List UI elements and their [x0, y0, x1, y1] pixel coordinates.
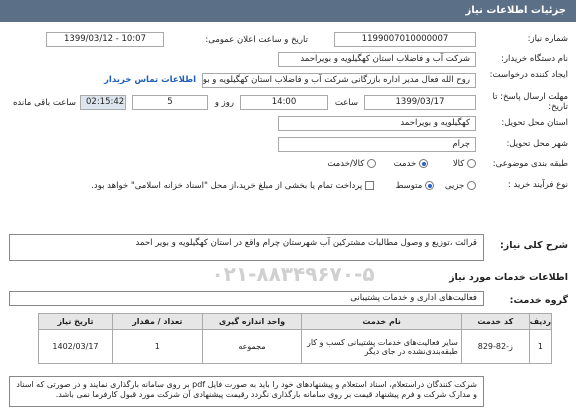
remaining-time-label: ساعت باقی مانده — [12, 98, 76, 108]
category-option-goods[interactable]: کالا — [453, 159, 476, 169]
process-option-medium[interactable]: متوسط — [396, 181, 434, 191]
column-header: تاریخ نیاز — [38, 313, 113, 330]
table-header-row: ردیف کد خدمت نام خدمت واحد اندازه گیری ت… — [38, 313, 553, 330]
service-group-label: گروه خدمت: — [509, 295, 568, 306]
brief-label: شرح کلی نیاز: — [499, 240, 568, 251]
radio-icon — [425, 181, 434, 190]
page-header: جزئیات اطلاعات نیاز — [0, 0, 576, 22]
device-name-field: شرکت آب و فاضلاب استان کهگیلویه و بویراح… — [278, 52, 476, 67]
delivery-city-label: شهر محل تحویل: — [506, 139, 568, 149]
services-info-heading: اطلاعات خدمات مورد نیاز — [449, 272, 568, 283]
column-header: نام خدمت — [301, 313, 462, 330]
watermark-phone: ۰۲۱-۸۸۳۴۹۶۷۰-۵ — [211, 262, 375, 286]
device-name-label: نام دستگاه خریدار: — [501, 54, 568, 64]
category-option-goods-service[interactable]: کالا/خدمت — [327, 159, 376, 169]
delivery-province-label: استان محل تحویل: — [501, 118, 568, 128]
delivery-city-field: چرام — [278, 137, 476, 152]
quantity: 1 — [111, 329, 203, 364]
column-header: ردیف — [528, 313, 553, 330]
remaining-time-field: 02:15:42 — [80, 95, 126, 110]
radio-icon — [467, 181, 476, 190]
process-type-label: نوع فرآیند خرید : — [507, 180, 568, 190]
row-index: 1 — [528, 329, 553, 364]
category-option-label: خدمت — [393, 159, 417, 169]
radio-icon — [367, 159, 376, 168]
category-option-label: کالا — [452, 159, 465, 169]
deadline-date-field: 1399/03/17 — [364, 95, 476, 110]
service-group-field: فعالیت‌های اداری و خدمات پشتیبانی — [9, 291, 484, 306]
process-option-minor[interactable]: جزیی — [445, 181, 476, 191]
need-number-label: شماره نیاز: — [527, 34, 568, 44]
deadline-label: مهلت ارسال پاسخ: تا تاریخ: — [492, 92, 568, 112]
column-header: کد خدمت — [460, 313, 530, 330]
creator-field: روح الله فعال مدیر اداره بازرگانی شرکت آ… — [202, 73, 476, 88]
creator-label: ایجاد کننده درخواست: — [489, 70, 568, 80]
deadline-time-field: 14:00 — [240, 95, 328, 110]
days-field: 5 — [132, 95, 208, 110]
process-option-label: جزیی — [444, 181, 465, 191]
category-option-label: کالا/خدمت — [327, 159, 365, 169]
payment-treasury-checkbox[interactable]: پرداخت تمام یا بخشی از مبلغ خرید،از محل … — [91, 181, 374, 191]
need-date: 1402/03/17 — [38, 329, 113, 364]
radio-icon — [467, 159, 476, 168]
radio-icon — [419, 159, 428, 168]
announce-datetime-label: تاریخ و ساعت اعلان عمومی: — [205, 35, 308, 45]
column-header: تعداد / مقدار — [111, 313, 203, 330]
service-name: سایر فعالیت‌های خدمات پشتیبانی کسب و کار… — [301, 329, 462, 364]
contact-info-link[interactable]: اطلاعات تماس خریدار — [104, 75, 196, 85]
table-row: 1 ز-82-829 سایر فعالیت‌های خدمات پشتیبان… — [38, 329, 553, 364]
process-option-label: متوسط — [395, 181, 423, 191]
checkbox-icon — [365, 181, 374, 190]
unit: مجموعه — [201, 329, 303, 364]
deadline-time-label: ساعت — [334, 98, 358, 108]
delivery-province-field: کهگیلویه و بویراحمد — [278, 116, 476, 131]
category-option-service[interactable]: خدمت — [394, 159, 428, 169]
payment-note: پرداخت تمام یا بخشی از مبلغ خرید،از محل … — [91, 181, 363, 191]
buyer-notes-box: شرکت کنندگان دراستعلام، اسناد استعلام و … — [9, 376, 484, 407]
services-table: ردیف کد خدمت نام خدمت واحد اندازه گیری ت… — [38, 313, 553, 364]
service-code: ز-82-829 — [460, 329, 530, 364]
column-header: واحد اندازه گیری — [201, 313, 303, 330]
days-label: روز و — [214, 98, 234, 108]
need-number-field: 1199007010000007 — [334, 32, 476, 47]
brief-description-box: قرائت ،توزیع و وصول مطالبات مشترکین آب ش… — [9, 234, 484, 261]
announce-datetime-field: 1399/03/12 - 10:07 — [46, 32, 164, 47]
category-label: طبقه بندی موضوعی: — [492, 159, 568, 169]
